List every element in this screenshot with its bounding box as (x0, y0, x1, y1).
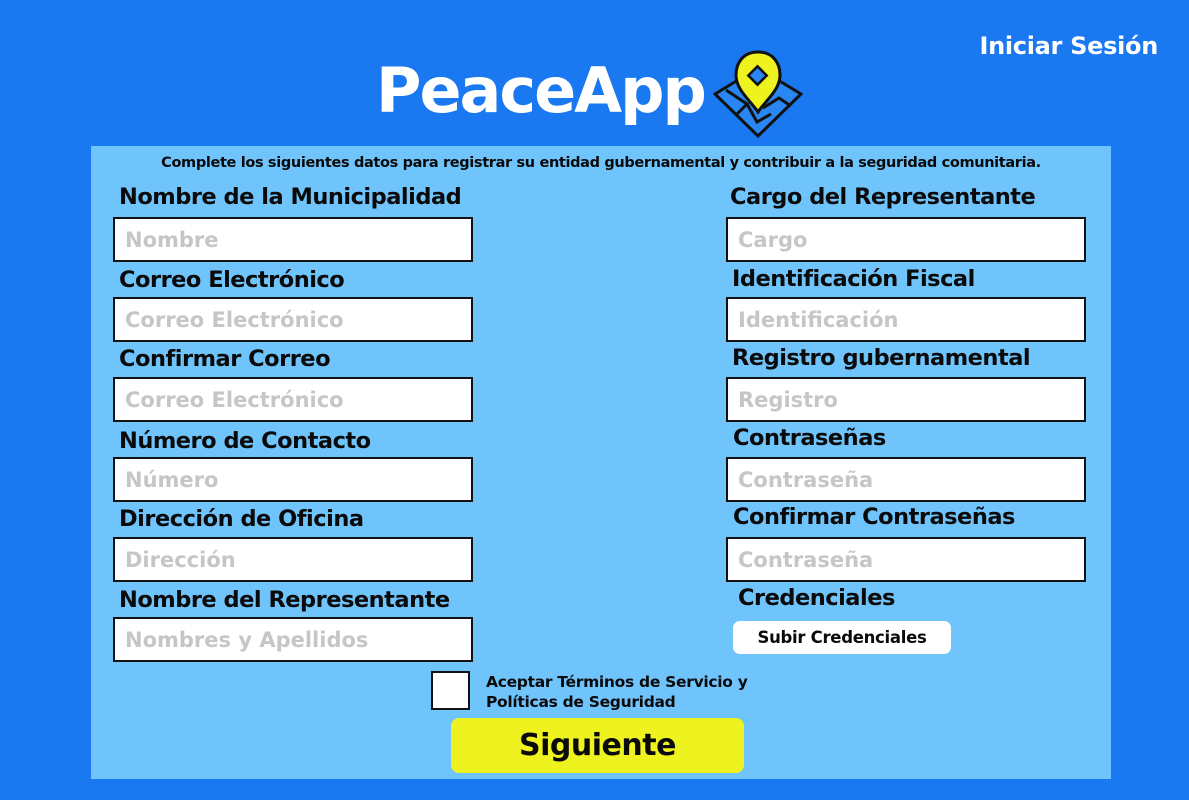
map-pin-icon (712, 50, 803, 138)
app-title: PeaceApp (376, 54, 707, 127)
upload-credentials-button[interactable]: Subir Credenciales (733, 621, 951, 654)
credentials-label: Credenciales (738, 585, 895, 611)
phone-label: Número de Contacto (119, 428, 371, 454)
position-label: Cargo del Representante (730, 184, 1036, 210)
municipality-label: Nombre de la Municipalidad (119, 184, 462, 210)
gov-registry-label: Registro gubernamental (732, 345, 1031, 371)
address-input[interactable] (113, 537, 473, 582)
registration-page: Iniciar Sesión PeaceApp Complete los sig… (0, 0, 1189, 800)
municipality-input[interactable] (113, 217, 473, 262)
terms-label: Aceptar Términos de Servicio y Políticas… (486, 673, 748, 711)
email-input[interactable] (113, 297, 473, 342)
representative-label: Nombre del Representante (119, 587, 450, 613)
confirm-password-label: Confirmar Contraseñas (733, 504, 1015, 530)
phone-input[interactable] (113, 457, 473, 502)
form-intro: Complete los siguientes datos para regis… (161, 155, 1041, 171)
password-label: Contraseñas (733, 425, 886, 451)
gov-registry-input[interactable] (726, 377, 1086, 422)
registration-form: Complete los siguientes datos para regis… (91, 146, 1111, 779)
address-label: Dirección de Oficina (119, 506, 364, 532)
tax-id-input[interactable] (726, 297, 1086, 342)
terms-checkbox[interactable] (431, 671, 470, 710)
login-link[interactable]: Iniciar Sesión (979, 32, 1158, 60)
position-input[interactable] (726, 217, 1086, 262)
tax-id-label: Identificación Fiscal (732, 266, 975, 292)
representative-input[interactable] (113, 617, 473, 662)
brand-header: PeaceApp (376, 44, 803, 138)
email-label: Correo Electrónico (119, 267, 345, 293)
confirm-email-input[interactable] (113, 377, 473, 422)
password-input[interactable] (726, 457, 1086, 502)
next-button[interactable]: Siguiente (451, 718, 744, 773)
confirm-password-input[interactable] (726, 537, 1086, 582)
confirm-email-label: Confirmar Correo (119, 346, 331, 372)
